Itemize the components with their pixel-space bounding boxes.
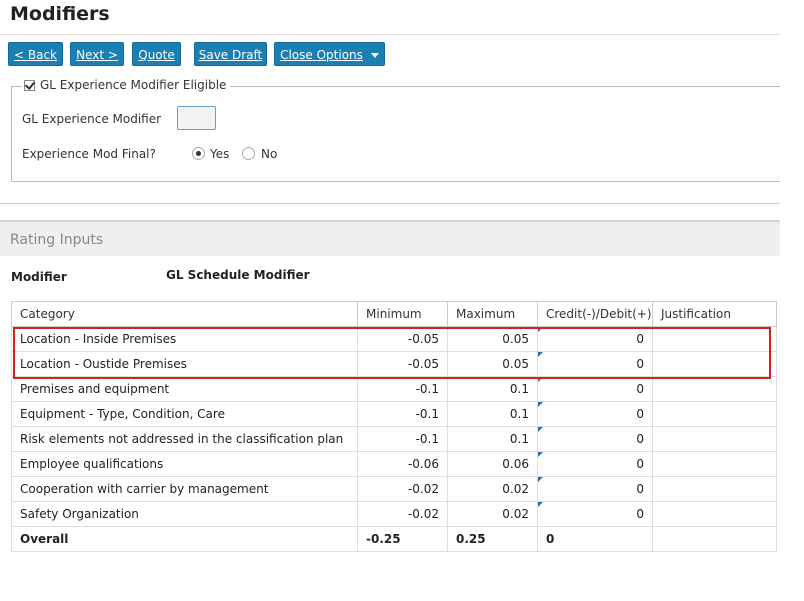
maximum-cell: 0.1: [447, 426, 538, 452]
next-button[interactable]: Next >: [70, 42, 124, 66]
category-cell: Equipment - Type, Condition, Care: [11, 401, 358, 427]
minimum-cell: -0.1: [357, 401, 448, 427]
modifier-value: GL Schedule Modifier: [166, 268, 310, 282]
credit-debit-cell[interactable]: 0: [537, 376, 653, 402]
minimum-cell: -0.02: [357, 501, 448, 527]
overall-maximum-cell: 0.25: [447, 526, 538, 552]
category-cell: Location - Oustide Premises: [11, 351, 358, 377]
modifier-label: Modifier: [11, 270, 67, 284]
category-cell: Premises and equipment: [11, 376, 358, 402]
mod-final-yes-radio[interactable]: [192, 147, 205, 160]
credit-debit-cell[interactable]: 0: [537, 351, 653, 377]
table-row: Equipment - Type, Condition, Care -0.1 0…: [11, 401, 777, 427]
overall-row: Overall -0.25 0.25 0: [11, 526, 777, 552]
justification-cell[interactable]: [652, 501, 777, 527]
credit-debit-cell[interactable]: 0: [537, 401, 653, 427]
gl-eligible-checkbox[interactable]: [24, 79, 35, 91]
overall-minimum-cell: -0.25: [357, 526, 448, 552]
minimum-cell: -0.06: [357, 451, 448, 477]
maximum-cell: 0.05: [447, 351, 538, 377]
gl-eligible-label: GL Experience Modifier Eligible: [40, 78, 227, 92]
overall-credit-debit-cell: 0: [537, 526, 653, 552]
minimum-cell: -0.02: [357, 476, 448, 502]
gl-experience-modifier-input[interactable]: [177, 106, 216, 130]
maximum-cell: 0.02: [447, 501, 538, 527]
overall-justification-cell: [652, 526, 777, 552]
mod-final-no-label: No: [261, 147, 278, 161]
maximum-cell: 0.02: [447, 476, 538, 502]
category-cell: Safety Organization: [11, 501, 358, 527]
close-options-button[interactable]: Close Options: [274, 42, 385, 66]
rating-table: Category Minimum Maximum Credit(-)/Debit…: [11, 301, 777, 552]
category-cell: Employee qualifications: [11, 451, 358, 477]
modifiers-page: Modifiers < Back Next > Quote Save Draft…: [0, 0, 780, 582]
credit-debit-cell[interactable]: 0: [537, 501, 653, 527]
overall-label-cell: Overall: [11, 526, 358, 552]
caret-down-icon: [370, 53, 379, 58]
col-justification-header: Justification: [652, 301, 777, 327]
rating-inputs-header: Rating Inputs: [0, 220, 780, 256]
section-divider: [0, 203, 780, 204]
table-row: Safety Organization -0.02 0.02 0: [11, 501, 777, 527]
quote-button[interactable]: Quote: [132, 42, 181, 66]
table-row: Employee qualifications -0.06 0.06 0: [11, 451, 777, 477]
maximum-cell: 0.05: [447, 326, 538, 352]
justification-cell[interactable]: [652, 401, 777, 427]
credit-debit-cell[interactable]: 0: [537, 426, 653, 452]
category-cell: Cooperation with carrier by management: [11, 476, 358, 502]
minimum-cell: -0.05: [357, 326, 448, 352]
col-maximum-header: Maximum: [447, 301, 538, 327]
mod-final-yes-label: Yes: [210, 147, 230, 161]
gl-experience-modifier-label: GL Experience Modifier: [22, 112, 162, 126]
page-title: Modifiers: [10, 3, 110, 25]
maximum-cell: 0.06: [447, 451, 538, 477]
justification-cell[interactable]: [652, 476, 777, 502]
category-cell: Risk elements not addressed in the class…: [11, 426, 358, 452]
col-credit-debit-header: Credit(-)/Debit(+): [537, 301, 653, 327]
justification-cell[interactable]: [652, 351, 777, 377]
close-options-label: Close Options: [280, 48, 363, 62]
credit-debit-cell[interactable]: 0: [537, 326, 653, 352]
col-category-header: Category: [11, 301, 358, 327]
gl-experience-fieldset: [11, 86, 780, 182]
experience-mod-final-label: Experience Mod Final?: [22, 147, 156, 161]
gl-eligible-legend: GL Experience Modifier Eligible: [22, 78, 231, 92]
rating-inputs-title: Rating Inputs: [10, 232, 104, 248]
table-row: Location - Inside Premises -0.05 0.05 0: [11, 326, 777, 352]
torn-edge-bottom: [0, 582, 804, 601]
title-divider: [0, 34, 780, 35]
table-row: Premises and equipment -0.1 0.1 0: [11, 376, 777, 402]
justification-cell[interactable]: [652, 426, 777, 452]
maximum-cell: 0.1: [447, 376, 538, 402]
justification-cell[interactable]: [652, 376, 777, 402]
minimum-cell: -0.05: [357, 351, 448, 377]
table-row: Location - Oustide Premises -0.05 0.05 0: [11, 351, 777, 377]
justification-cell[interactable]: [652, 326, 777, 352]
col-minimum-header: Minimum: [357, 301, 448, 327]
table-row: Risk elements not addressed in the class…: [11, 426, 777, 452]
credit-debit-cell[interactable]: 0: [537, 476, 653, 502]
mod-final-no-radio[interactable]: [242, 147, 255, 160]
back-button[interactable]: < Back: [8, 42, 63, 66]
table-row: Cooperation with carrier by management -…: [11, 476, 777, 502]
credit-debit-cell[interactable]: 0: [537, 451, 653, 477]
minimum-cell: -0.1: [357, 376, 448, 402]
table-header-row: Category Minimum Maximum Credit(-)/Debit…: [11, 301, 777, 327]
minimum-cell: -0.1: [357, 426, 448, 452]
torn-edge-right: [780, 0, 804, 601]
save-draft-button[interactable]: Save Draft: [194, 42, 267, 66]
category-cell: Location - Inside Premises: [11, 326, 358, 352]
maximum-cell: 0.1: [447, 401, 538, 427]
justification-cell[interactable]: [652, 451, 777, 477]
